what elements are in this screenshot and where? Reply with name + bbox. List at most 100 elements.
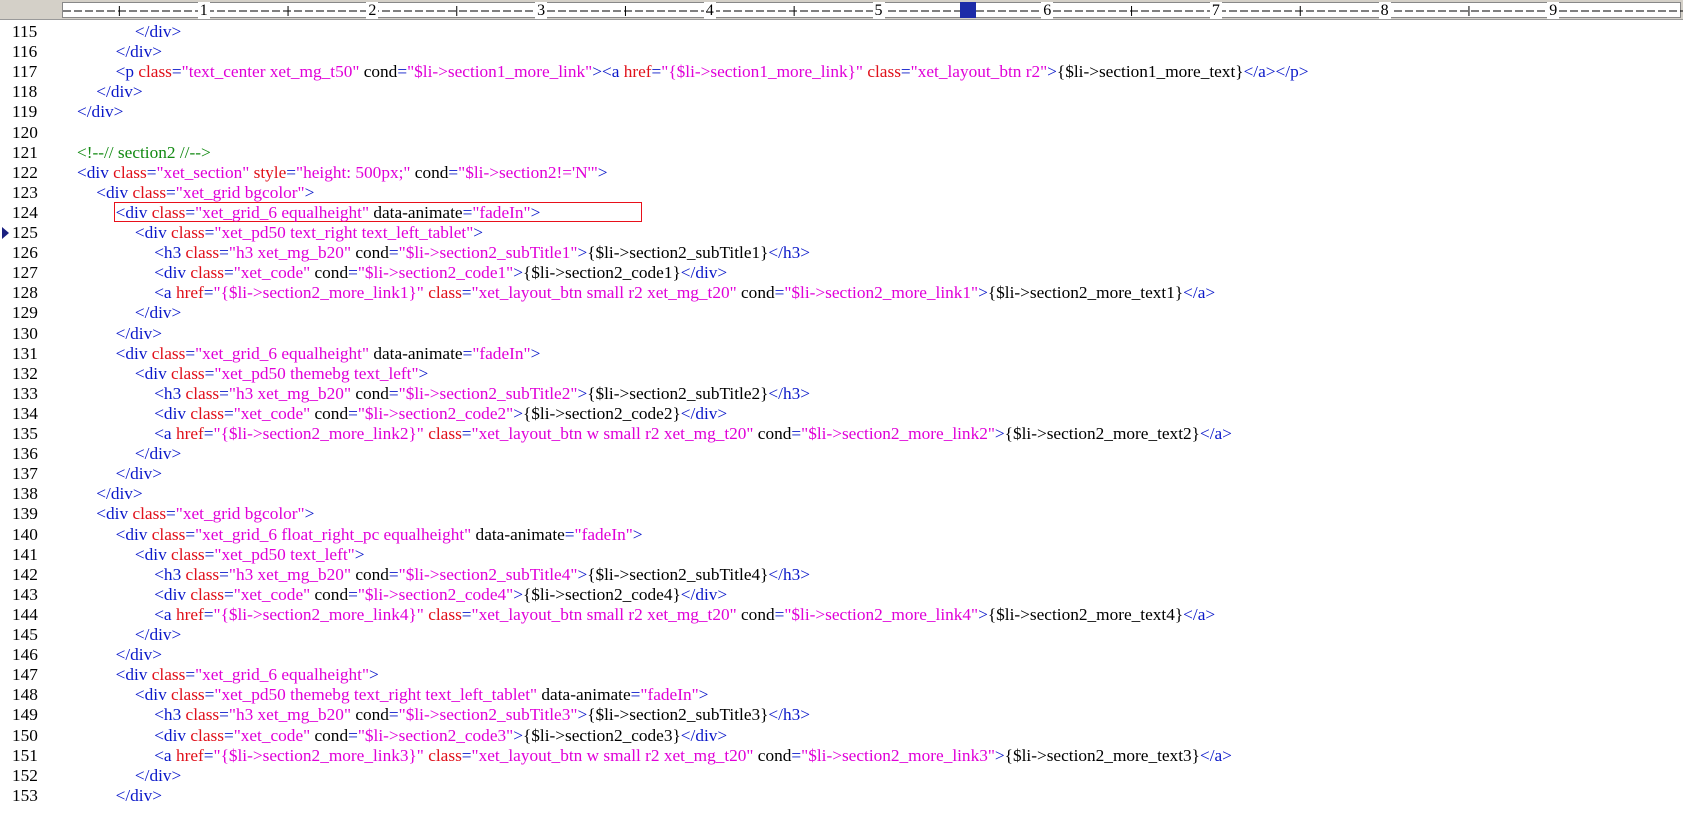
code-editor[interactable]: 115 </div> 116 </div> 117 <p class="text_cent… — [0, 20, 1683, 826]
line-number: 152 — [12, 765, 38, 785]
code-token: = — [461, 604, 472, 624]
code-token: cond — [359, 62, 398, 82]
code-token: > — [994, 424, 1005, 443]
code-token: = — [203, 424, 214, 443]
code-token: = — [448, 162, 459, 182]
code-token: "xet_section" — [156, 162, 250, 182]
line-number: 124 — [12, 202, 38, 222]
code-token: > — [369, 665, 379, 685]
code-token: href — [175, 745, 204, 765]
code-token: class — [190, 263, 224, 283]
code-token: "fadeIn" — [472, 202, 531, 222]
code-text: <p class="text_center xet_mg_t50" cond="… — [116, 61, 1309, 82]
code-token: > — [530, 202, 541, 222]
code-token: = — [462, 202, 473, 222]
code-token: data-animate — [369, 343, 463, 363]
line-number: 128 — [12, 283, 38, 303]
code-text: </div> — [135, 765, 181, 786]
ruler-cursor-marker[interactable] — [960, 2, 976, 18]
code-text: <div class="xet_code" cond="$li->section… — [154, 584, 727, 605]
code-token: = — [348, 263, 358, 283]
code-token: > — [513, 584, 523, 604]
line-number: 149 — [12, 705, 38, 725]
code-token: "$li->section2_more_link1" — [784, 283, 979, 303]
line-number: 119 — [12, 102, 38, 122]
code-token: <a — [154, 745, 176, 765]
code-token: "xet_grid_6 float_right_pc equalheight" — [195, 524, 472, 544]
code-token: > — [1047, 62, 1057, 82]
code-text: </div> — [96, 483, 142, 504]
code-token: </div> — [680, 403, 728, 423]
code-token: "xet_grid_6 equalheight" — [195, 665, 370, 685]
code-token: </div> — [134, 303, 182, 323]
code-token: <div — [115, 524, 152, 544]
code-token: <div — [115, 202, 152, 222]
code-token: <a — [154, 604, 176, 624]
code-token: cond — [310, 584, 349, 604]
code-token: = — [219, 383, 229, 403]
line-number: 139 — [12, 504, 38, 524]
code-token: = — [204, 685, 215, 705]
code-token: cond — [351, 705, 389, 725]
code-token: cond — [736, 283, 775, 303]
code-token: "xet_grid_6 equalheight" — [195, 343, 370, 363]
code-token: </div> — [115, 464, 162, 484]
code-token: </a> — [1183, 604, 1216, 624]
code-text: <div class="xet_section" style="height: … — [77, 162, 608, 183]
line-number: 116 — [12, 42, 38, 62]
code-token: "$li->section2_code1" — [357, 263, 514, 283]
code-token: = — [185, 524, 196, 544]
line-number: 133 — [12, 383, 38, 403]
code-token: = — [219, 564, 229, 584]
code-token: cond — [310, 725, 349, 745]
code-token: "xet_layout_btn r2" — [910, 62, 1048, 82]
code-token: cond — [753, 745, 792, 765]
code-token: "$li->section2!='N'" — [458, 162, 598, 182]
code-token: > — [698, 685, 709, 705]
code-token: "height: 500px;" — [296, 162, 411, 182]
code-token: "fadeIn" — [574, 524, 633, 544]
line-number: 120 — [12, 122, 38, 142]
line-number: 143 — [12, 584, 38, 604]
code-token: "{$li->section2_more_link4}" — [213, 604, 424, 624]
code-token: "xet_grid bgcolor" — [175, 182, 305, 202]
code-token: <a — [154, 283, 176, 303]
code-text: <div class="xet_pd50 text_right text_lef… — [135, 222, 483, 243]
code-token: = — [223, 263, 234, 283]
code-token: "$li->section2_subTitle3" — [398, 705, 578, 725]
code-token: </div> — [96, 484, 143, 504]
code-token: > — [978, 604, 988, 624]
ruler-label: 9 — [1547, 2, 1560, 19]
code-token: cond — [310, 263, 349, 283]
code-token: <p — [115, 62, 139, 82]
code-token: <h3 — [154, 383, 186, 403]
code-token: > — [304, 504, 315, 524]
code-token: {$li->section2_subTitle4} — [587, 564, 769, 584]
code-token: </div> — [77, 102, 124, 122]
line-number: 148 — [12, 685, 38, 705]
code-token: "h3 xet_mg_b20" — [228, 243, 351, 263]
code-token: class — [867, 62, 901, 82]
code-token: cond — [753, 424, 792, 443]
code-token: class — [190, 403, 224, 423]
code-token: </a> — [1183, 283, 1216, 303]
code-token: "xet_code" — [233, 263, 311, 283]
ruler-label: 6 — [1041, 2, 1054, 19]
code-token: class — [151, 524, 186, 544]
code-text: </div> — [116, 644, 162, 665]
code-token: <div — [115, 665, 152, 685]
code-token: = — [388, 564, 399, 584]
code-text: </div> — [116, 785, 162, 806]
code-token: {$li->section2_more_text3} — [1004, 745, 1200, 765]
line-number: 117 — [12, 62, 38, 82]
code-token: "xet_code" — [233, 403, 311, 423]
code-token: {$li->section2_subTitle2} — [587, 383, 769, 403]
code-token: <a — [154, 424, 176, 443]
code-token: > — [592, 62, 602, 82]
code-text: </div> — [116, 463, 162, 484]
code-token: "h3 xet_mg_b20" — [228, 383, 351, 403]
code-text: <h3 class="h3 xet_mg_b20" cond="$li->sec… — [154, 704, 810, 725]
code-token: class — [138, 62, 172, 82]
code-token: = — [388, 383, 399, 403]
code-token: {$li->section2_code4} — [522, 584, 681, 604]
